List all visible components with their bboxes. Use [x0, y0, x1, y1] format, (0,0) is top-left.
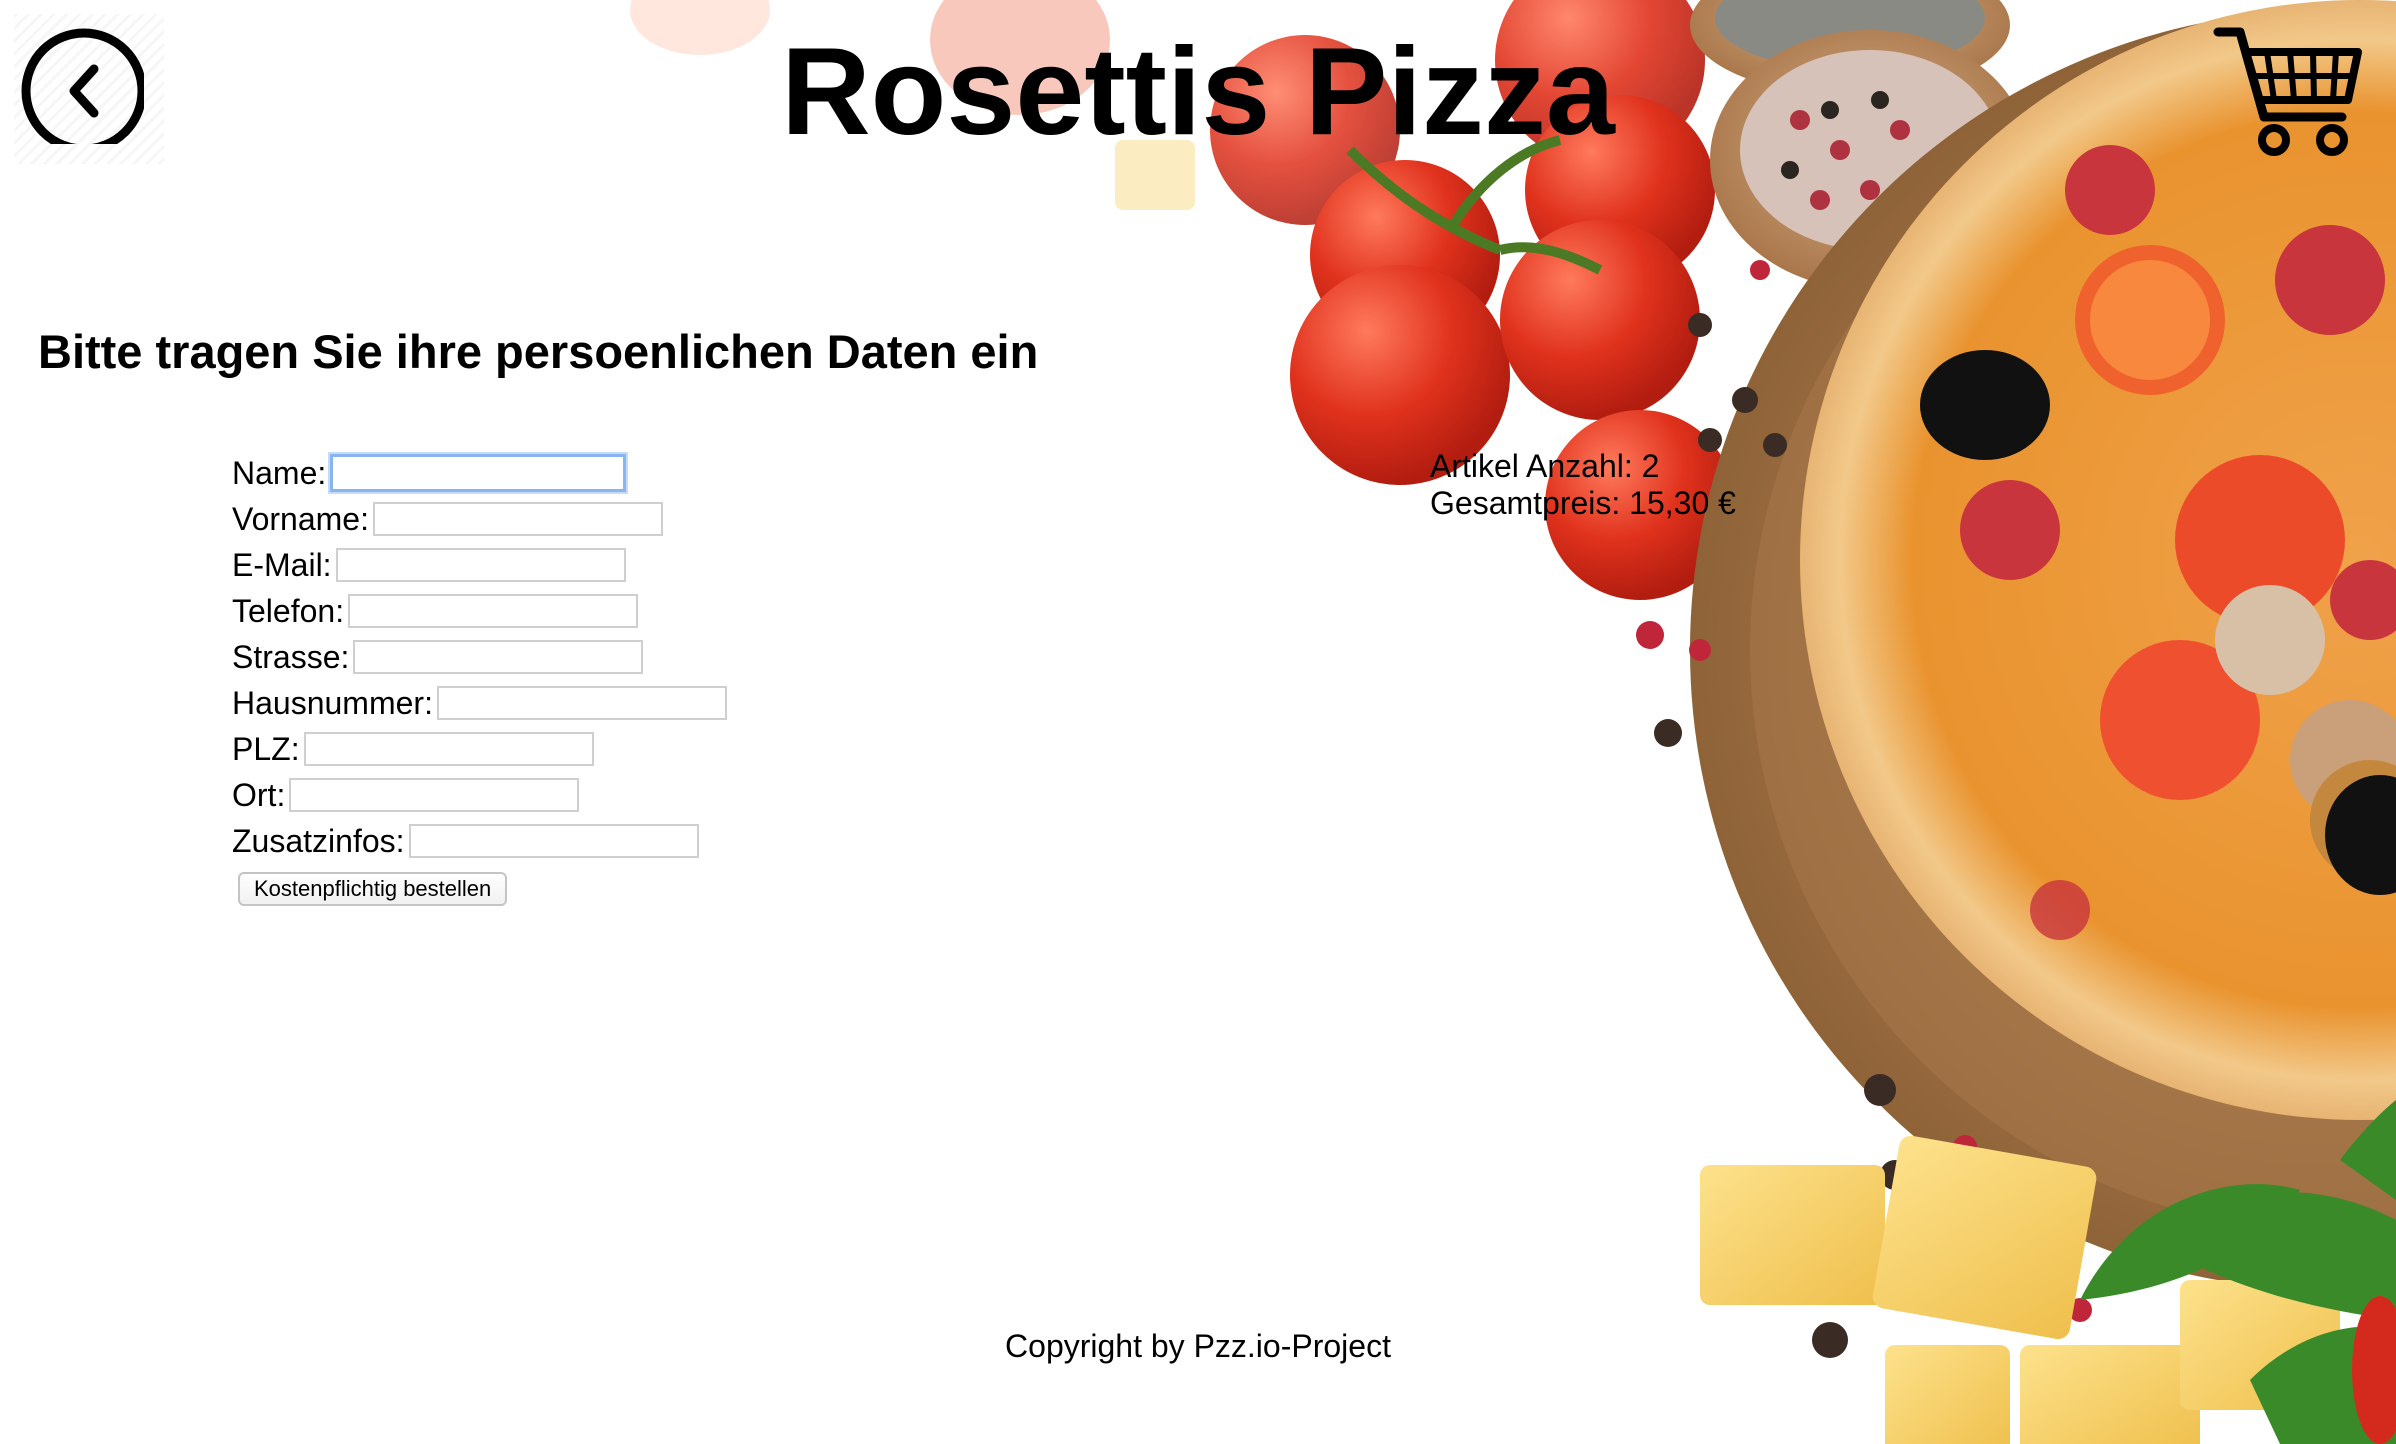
- telefon-field[interactable]: [348, 594, 639, 628]
- order-button[interactable]: Kostenpflichtig bestellen: [238, 872, 508, 906]
- name-field[interactable]: [330, 454, 627, 492]
- submit-row: Kostenpflichtig bestellen: [232, 866, 727, 912]
- cart-summary: Artikel Anzahl: 2 Gesamtpreis: 15,30 €: [1430, 448, 1736, 522]
- form-row-strasse: Strasse:: [232, 634, 727, 680]
- form-heading: Bitte tragen Sie ihre persoenlichen Date…: [38, 325, 1039, 378]
- telefon-label: Telefon:: [232, 593, 345, 629]
- form-row-email: E-Mail:: [232, 542, 727, 588]
- plz-field[interactable]: [303, 732, 594, 766]
- hausnummer-label: Hausnummer:: [232, 685, 433, 721]
- vorname-label: Vorname:: [232, 501, 369, 537]
- plz-label: PLZ:: [232, 731, 300, 767]
- zusatzinfos-field[interactable]: [408, 824, 699, 858]
- personal-data-form: Name: Vorname: E-Mail: Telefon: Strasse:…: [232, 450, 727, 912]
- strasse-label: Strasse:: [232, 639, 350, 675]
- ort-label: Ort:: [232, 777, 286, 813]
- hausnummer-field[interactable]: [436, 686, 727, 720]
- strasse-field[interactable]: [353, 640, 644, 674]
- checkout-page: Rosettis Pizza Bitte tragen Sie ihre per…: [0, 0, 2396, 1444]
- shopping-cart-icon: [2213, 27, 2362, 156]
- zusatzinfos-label: Zusatzinfos:: [232, 823, 405, 859]
- vorname-field[interactable]: [372, 502, 663, 536]
- email-label: E-Mail:: [232, 547, 332, 583]
- ort-field[interactable]: [289, 778, 580, 812]
- form-row-telefon: Telefon:: [232, 588, 727, 634]
- form-row-vorname: Vorname:: [232, 496, 727, 542]
- form-row-hausnummer: Hausnummer:: [232, 680, 727, 726]
- total-price: Gesamtpreis: 15,30 €: [1430, 485, 1736, 521]
- item-count: Artikel Anzahl: 2: [1430, 448, 1660, 484]
- form-row-zusatzinfos: Zusatzinfos:: [232, 818, 727, 864]
- form-row-ort: Ort:: [232, 772, 727, 818]
- name-label: Name:: [232, 455, 327, 491]
- footer-copyright: Copyright by Pzz.io-Project: [1005, 1328, 1391, 1364]
- form-row-name: Name:: [232, 450, 727, 496]
- form-row-plz: PLZ:: [232, 726, 727, 772]
- page-title: Rosettis Pizza: [781, 23, 1615, 161]
- cart-button[interactable]: [2212, 22, 2362, 162]
- email-field[interactable]: [335, 548, 626, 582]
